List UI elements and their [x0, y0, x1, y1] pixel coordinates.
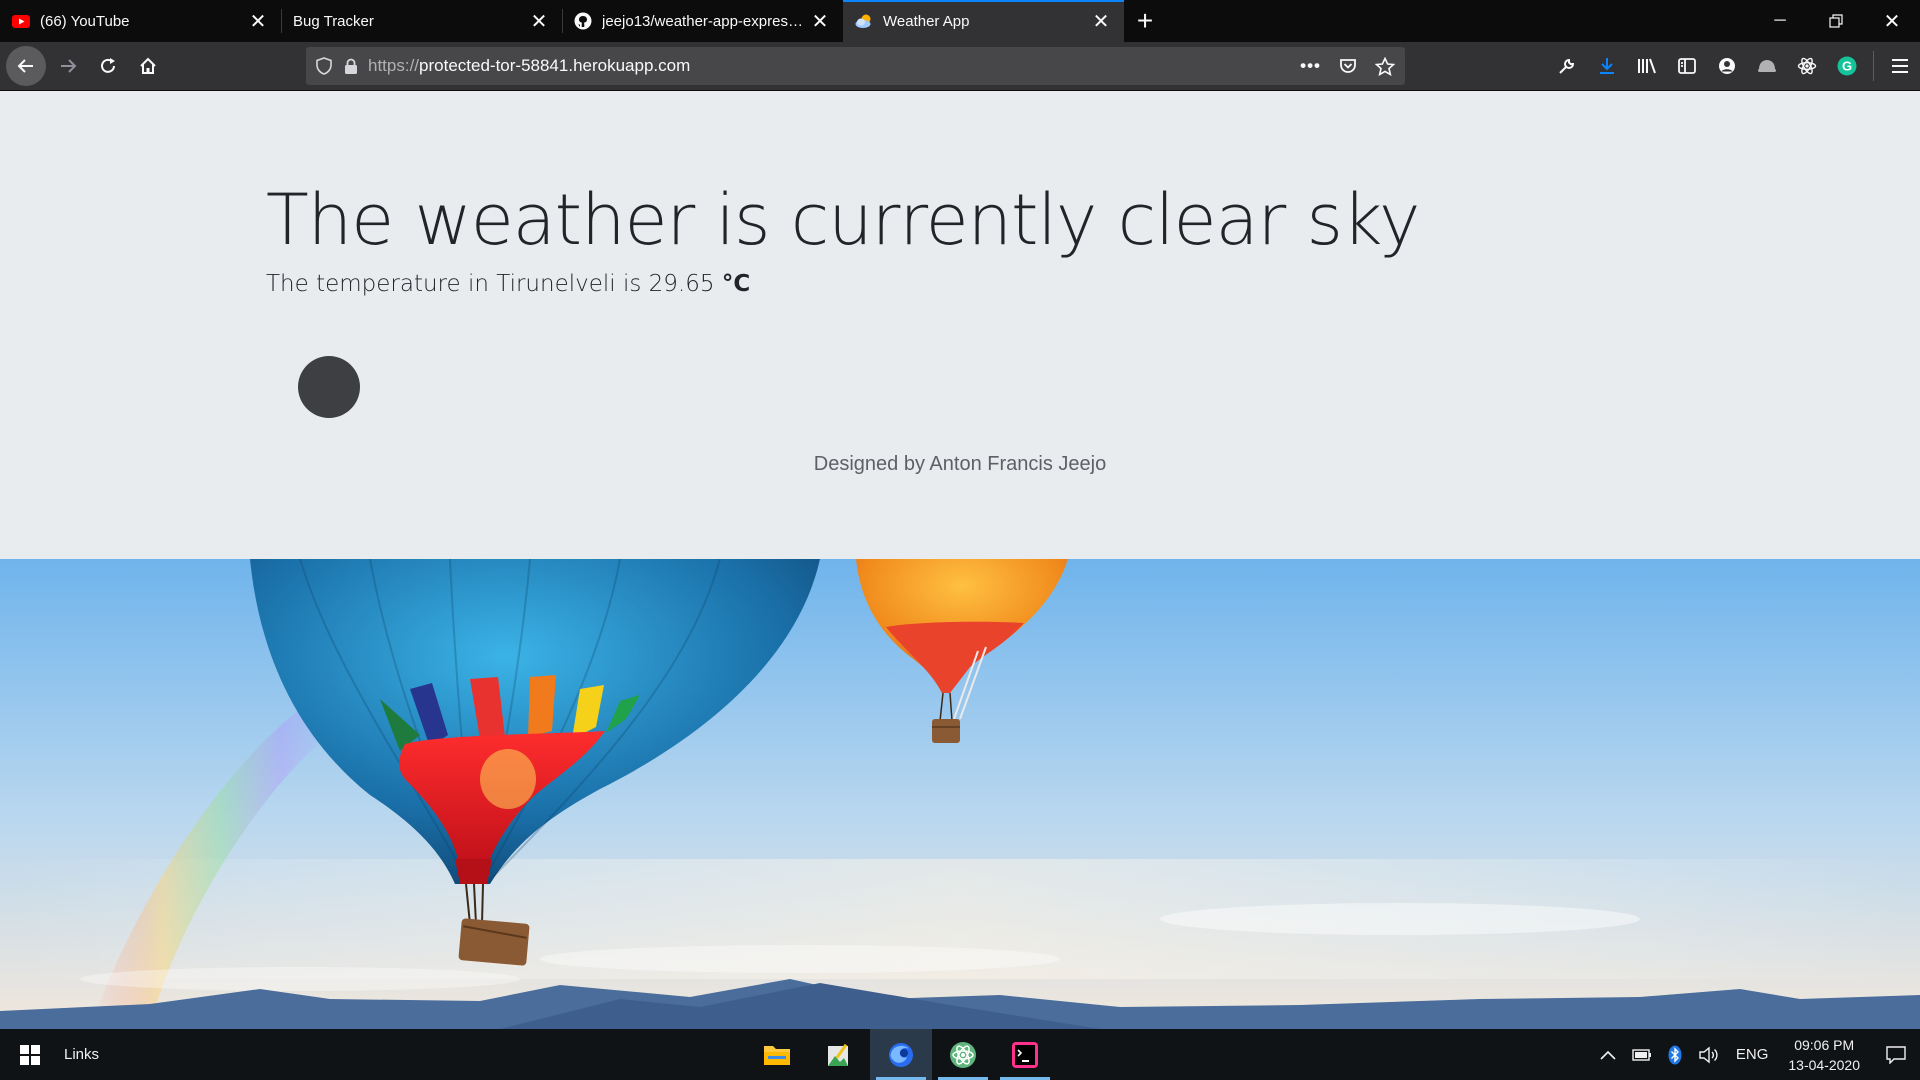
tab-github[interactable]: jeejo13/weather-app-expressJS ✕: [562, 0, 843, 42]
system-tray: ENG 09:06 PM 13-04-2020: [1592, 1029, 1920, 1080]
home-button[interactable]: [130, 48, 166, 84]
tab-bug-tracker[interactable]: Bug Tracker ✕: [281, 0, 562, 42]
weather-icon-placeholder: [298, 356, 360, 418]
youtube-icon: [12, 12, 30, 30]
url-actions: •••: [1300, 56, 1395, 76]
image-editor-icon[interactable]: [808, 1029, 870, 1080]
toolbar-separator: [1873, 51, 1874, 81]
url-text[interactable]: https://protected-tor-58841.herokuapp.co…: [368, 56, 690, 76]
terminal-icon[interactable]: [994, 1029, 1056, 1080]
toolbar-icons: G: [1547, 42, 1920, 90]
grammarly-icon[interactable]: G: [1827, 46, 1867, 86]
new-tab-button[interactable]: +: [1124, 0, 1166, 42]
wrench-icon[interactable]: [1547, 46, 1587, 86]
clock-time: 09:06 PM: [1794, 1036, 1855, 1053]
hot-air-balloon-image: [0, 559, 1920, 1029]
navigation-toolbar: https://protected-tor-58841.herokuapp.co…: [0, 42, 1920, 91]
github-icon: [574, 12, 592, 30]
close-icon[interactable]: ✕: [528, 10, 550, 33]
reload-button[interactable]: [90, 48, 126, 84]
taskbar-apps: [746, 1029, 1056, 1080]
tab-youtube[interactable]: (66) YouTube ✕: [0, 0, 281, 42]
weather-headline: The weather is currently clear sky: [266, 179, 1420, 261]
lock-icon[interactable]: [344, 58, 358, 75]
tab-title: jeejo13/weather-app-expressJS: [602, 12, 809, 30]
bluetooth-icon[interactable]: [1660, 1045, 1690, 1065]
temperature-text: The temperature in Tirunelveli is 29.65 …: [266, 271, 750, 297]
battery-icon[interactable]: [1624, 1048, 1660, 1061]
designer-credit: Designed by Anton Francis Jeejo: [813, 453, 1107, 475]
url-protocol: https://: [368, 56, 420, 75]
sidebar-icon[interactable]: [1667, 46, 1707, 86]
back-button[interactable]: [6, 46, 46, 86]
address-bar[interactable]: https://protected-tor-58841.herokuapp.co…: [306, 47, 1405, 85]
clock[interactable]: 09:06 PM 13-04-2020: [1776, 1035, 1872, 1075]
volume-icon[interactable]: [1690, 1046, 1728, 1064]
svg-text:G: G: [1842, 59, 1852, 74]
weather-icon: [855, 12, 873, 30]
forward-button[interactable]: [50, 48, 86, 84]
extension-hat-icon[interactable]: [1747, 46, 1787, 86]
temperature-sentence: The temperature in Tirunelveli is 29.65: [266, 271, 715, 297]
close-icon[interactable]: ✕: [247, 10, 269, 33]
restore-icon[interactable]: [1808, 0, 1864, 42]
links-toolbar[interactable]: Links: [64, 1046, 99, 1063]
react-devtools-icon[interactable]: [1787, 46, 1827, 86]
pocket-icon[interactable]: [1339, 58, 1357, 75]
close-icon[interactable]: ✕: [809, 10, 831, 33]
notification-icon[interactable]: [1872, 1045, 1920, 1064]
tab-strip: (66) YouTube ✕ Bug Tracker ✕ jeejo13/wea…: [0, 0, 1920, 42]
firefox-icon[interactable]: [870, 1029, 932, 1080]
tab-title: Weather App: [883, 12, 970, 30]
shield-icon[interactable]: [316, 57, 332, 75]
minimize-icon[interactable]: ─: [1752, 0, 1808, 42]
library-icon[interactable]: [1627, 46, 1667, 86]
bookmark-star-icon[interactable]: [1375, 56, 1395, 76]
account-icon[interactable]: [1707, 46, 1747, 86]
url-host: protected-tor-58841.herokuapp.com: [419, 56, 691, 75]
temperature-unit: °C: [721, 271, 751, 297]
chevron-up-icon[interactable]: [1592, 1050, 1624, 1060]
tab-title: (66) YouTube: [40, 12, 130, 30]
window-controls: ─ ✕: [1752, 0, 1920, 42]
close-window-icon[interactable]: ✕: [1864, 0, 1920, 42]
language-indicator[interactable]: ENG: [1728, 1046, 1777, 1063]
page-actions-icon[interactable]: •••: [1300, 56, 1321, 76]
tab-title: Bug Tracker: [293, 12, 374, 30]
windows-start-icon[interactable]: [0, 1029, 60, 1080]
taskbar: Links ENG 09:06 PM 13-04-2020: [0, 1029, 1920, 1080]
download-icon[interactable]: [1587, 46, 1627, 86]
atom-editor-icon[interactable]: [932, 1029, 994, 1080]
menu-icon[interactable]: [1880, 46, 1920, 86]
tab-weather-app[interactable]: Weather App ✕: [843, 0, 1124, 42]
clock-date: 13-04-2020: [1788, 1056, 1860, 1073]
file-explorer-icon[interactable]: [746, 1029, 808, 1080]
close-icon[interactable]: ✕: [1090, 10, 1112, 33]
web-page: The weather is currently clear sky The t…: [0, 91, 1920, 1029]
